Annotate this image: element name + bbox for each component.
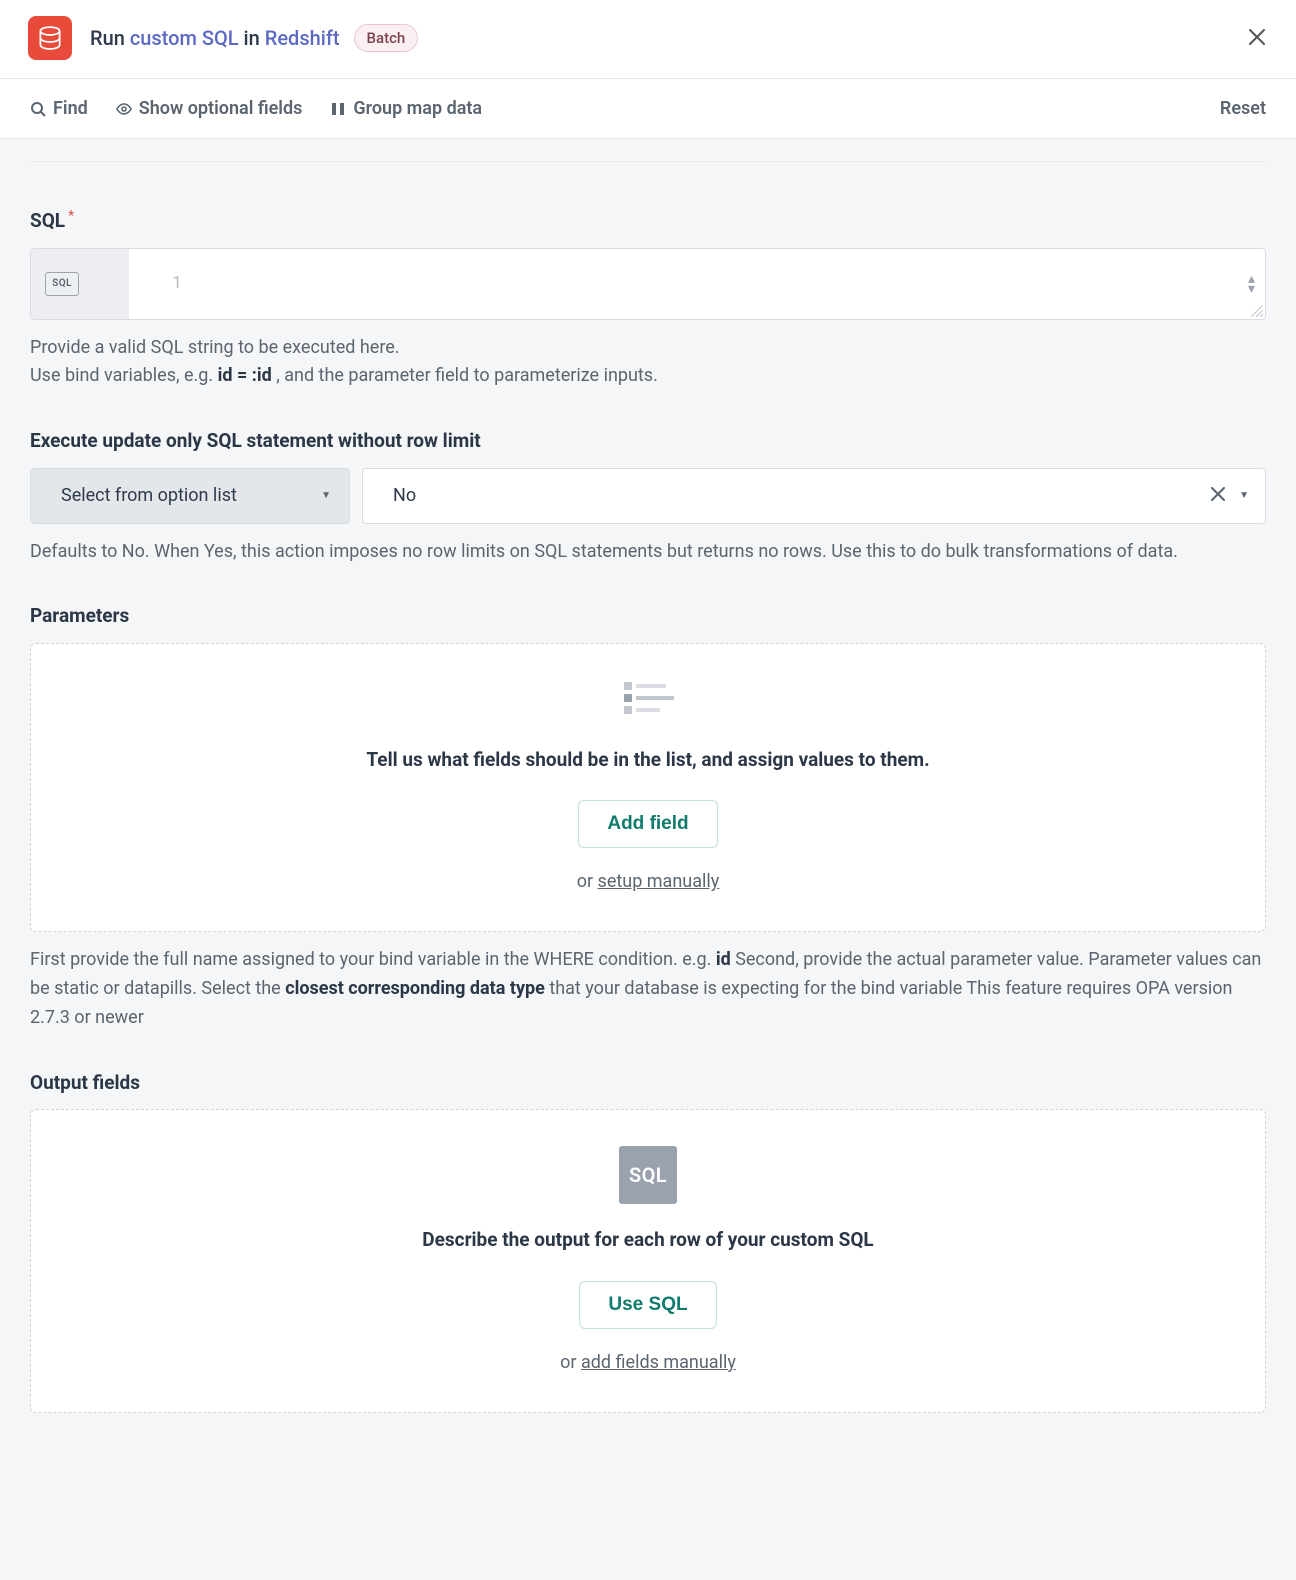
title-middle: in bbox=[244, 23, 260, 53]
chevron-down-icon[interactable]: ▼ bbox=[1239, 488, 1249, 503]
parameters-help: First provide the full name assigned to … bbox=[30, 946, 1266, 1032]
eye-icon bbox=[116, 101, 132, 117]
execute-update-row: Select from option list ▼ No ▼ bbox=[30, 468, 1266, 524]
execute-update-help: Defaults to No. When Yes, this action im… bbox=[30, 538, 1266, 567]
toolbar-find[interactable]: Find bbox=[30, 95, 88, 122]
sql-label: SQL bbox=[30, 207, 65, 236]
expand-icon[interactable]: ▴▾ bbox=[1248, 274, 1255, 294]
add-field-button[interactable]: Add field bbox=[578, 800, 717, 848]
required-star: * bbox=[68, 208, 74, 224]
toolbar-find-label: Find bbox=[53, 95, 88, 122]
search-icon bbox=[30, 101, 46, 117]
sql-gutter: SQL bbox=[31, 249, 129, 319]
execute-update-label: Execute update only SQL statement withou… bbox=[30, 427, 481, 456]
parameters-or-prefix: or bbox=[577, 871, 598, 892]
sql-help-line1: Provide a valid SQL string to be execute… bbox=[30, 337, 400, 358]
sql-help-line2a: Use bind variables, e.g. bbox=[30, 365, 218, 386]
execute-update-value-select[interactable]: No ▼ bbox=[362, 468, 1266, 524]
columns-icon bbox=[330, 101, 346, 117]
batch-badge: Batch bbox=[354, 24, 419, 53]
sql-line-number: 1 bbox=[129, 249, 225, 319]
parameters-or-line: or setup manually bbox=[51, 868, 1245, 895]
toolbar-reset-label: Reset bbox=[1220, 95, 1266, 122]
panel-title: Run custom SQL in Redshift Batch bbox=[90, 23, 418, 53]
parameters-label: Parameters bbox=[30, 602, 129, 631]
close-icon bbox=[1248, 28, 1266, 46]
content: SQL* SQL 1 ▴▾ Provide a valid SQL string… bbox=[0, 139, 1296, 1453]
redshift-icon bbox=[28, 16, 72, 60]
output-fields-label: Output fields bbox=[30, 1069, 140, 1098]
list-fields-icon bbox=[620, 680, 676, 720]
title-prefix: Run bbox=[90, 23, 125, 53]
select-mode-dropdown[interactable]: Select from option list ▼ bbox=[30, 468, 350, 524]
parameters-empty-headline: Tell us what fields should be in the lis… bbox=[51, 746, 1245, 775]
title-link-redshift[interactable]: Redshift bbox=[265, 23, 340, 53]
sql-field-block: SQL* SQL 1 ▴▾ Provide a valid SQL string… bbox=[30, 206, 1266, 391]
config-panel: Run custom SQL in Redshift Batch Find Sh… bbox=[0, 0, 1296, 1453]
close-button[interactable] bbox=[1242, 20, 1272, 58]
output-fields-or-prefix: or bbox=[560, 1352, 581, 1373]
sql-help-line2b: id = :id bbox=[218, 365, 272, 386]
execute-update-value: No bbox=[393, 482, 416, 509]
toolbar-reset[interactable]: Reset bbox=[1220, 95, 1266, 122]
output-fields-headline: Describe the output for each row of your… bbox=[51, 1226, 1245, 1255]
toolbar-group-map[interactable]: Group map data bbox=[330, 95, 482, 122]
add-fields-manually-link[interactable]: add fields manually bbox=[581, 1352, 736, 1373]
parameters-help-d: closest corresponding data type bbox=[285, 978, 545, 999]
parameters-block: Parameters Tell us what fields should be… bbox=[30, 602, 1266, 1032]
setup-manually-link[interactable]: setup manually bbox=[598, 871, 720, 892]
chevron-down-icon: ▼ bbox=[321, 488, 331, 503]
sql-input-area[interactable]: ▴▾ bbox=[225, 249, 1265, 319]
parameters-help-b: id bbox=[716, 949, 731, 970]
sql-editor[interactable]: SQL 1 ▴▾ bbox=[30, 248, 1266, 320]
select-mode-label: Select from option list bbox=[61, 482, 237, 509]
sql-help-text: Provide a valid SQL string to be execute… bbox=[30, 334, 1266, 392]
output-fields-or-line: or add fields manually bbox=[51, 1349, 1245, 1376]
output-fields-empty-box: SQL Describe the output for each row of … bbox=[30, 1109, 1266, 1413]
sql-lang-badge: SQL bbox=[45, 272, 79, 296]
execute-update-block: Execute update only SQL statement withou… bbox=[30, 427, 1266, 566]
clear-icon[interactable] bbox=[1211, 482, 1225, 509]
toolbar-show-optional-label: Show optional fields bbox=[139, 95, 303, 122]
output-fields-block: Output fields SQL Describe the output fo… bbox=[30, 1069, 1266, 1413]
divider bbox=[30, 161, 1266, 162]
toolbar-group-map-label: Group map data bbox=[353, 95, 482, 122]
toolbar: Find Show optional fields Group map data… bbox=[0, 79, 1296, 139]
use-sql-button[interactable]: Use SQL bbox=[579, 1281, 716, 1329]
panel-header: Run custom SQL in Redshift Batch bbox=[0, 0, 1296, 79]
resize-handle-icon[interactable] bbox=[1251, 305, 1263, 317]
parameters-help-a: First provide the full name assigned to … bbox=[30, 949, 716, 970]
title-link-sql[interactable]: custom SQL bbox=[130, 23, 239, 53]
sql-block-icon: SQL bbox=[619, 1146, 677, 1204]
toolbar-show-optional[interactable]: Show optional fields bbox=[116, 95, 303, 122]
sql-help-line2c: , and the parameter field to parameteriz… bbox=[272, 365, 658, 386]
parameters-empty-box: Tell us what fields should be in the lis… bbox=[30, 643, 1266, 933]
